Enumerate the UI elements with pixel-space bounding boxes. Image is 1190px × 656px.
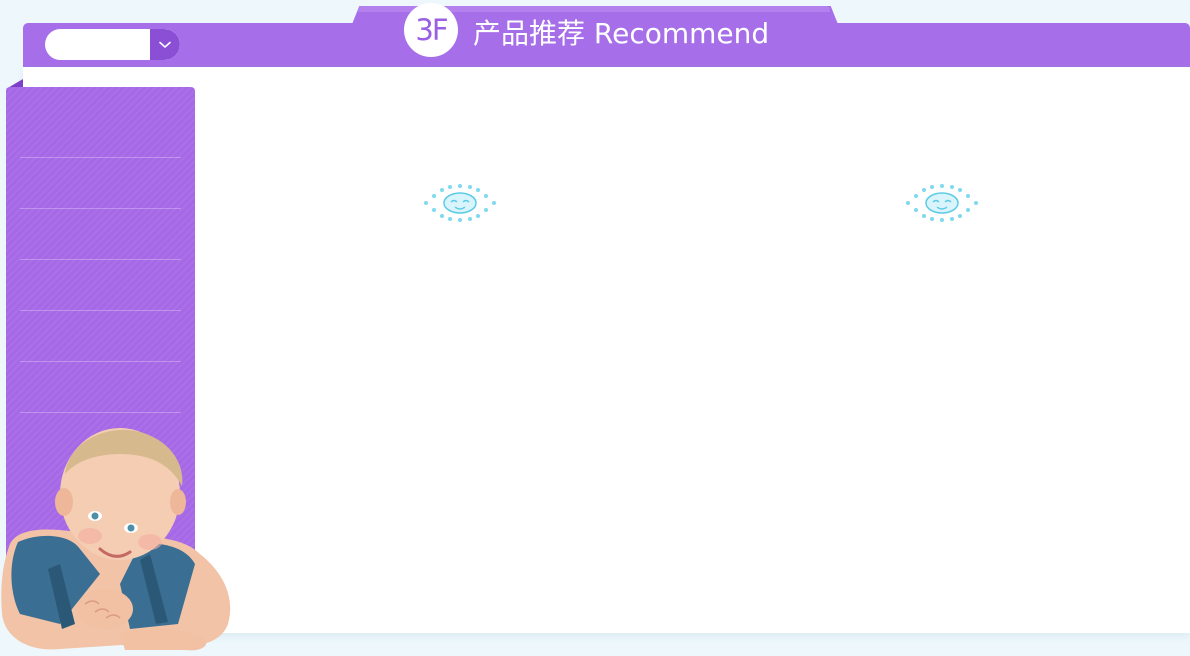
section-title: 产品推荐 Recommend <box>473 17 770 50</box>
product-slot-1[interactable] <box>420 181 500 225</box>
category-select[interactable] <box>45 29 180 60</box>
floor-number-badge: 3F <box>404 3 458 57</box>
sidebar-item-5[interactable] <box>20 311 181 362</box>
sidebar-category-list <box>20 107 181 413</box>
sidebar-item-6[interactable] <box>20 362 181 413</box>
sidebar-item-2[interactable] <box>20 158 181 209</box>
baby-illustration <box>1 428 231 651</box>
sidebar-item-3[interactable] <box>20 209 181 260</box>
product-slot-2[interactable] <box>902 181 982 225</box>
sidebar-item-1[interactable] <box>20 107 181 158</box>
sidebar-item-4[interactable] <box>20 260 181 311</box>
loading-icon <box>424 184 496 222</box>
chevron-down-icon[interactable] <box>150 29 180 60</box>
loading-icon <box>906 184 978 222</box>
